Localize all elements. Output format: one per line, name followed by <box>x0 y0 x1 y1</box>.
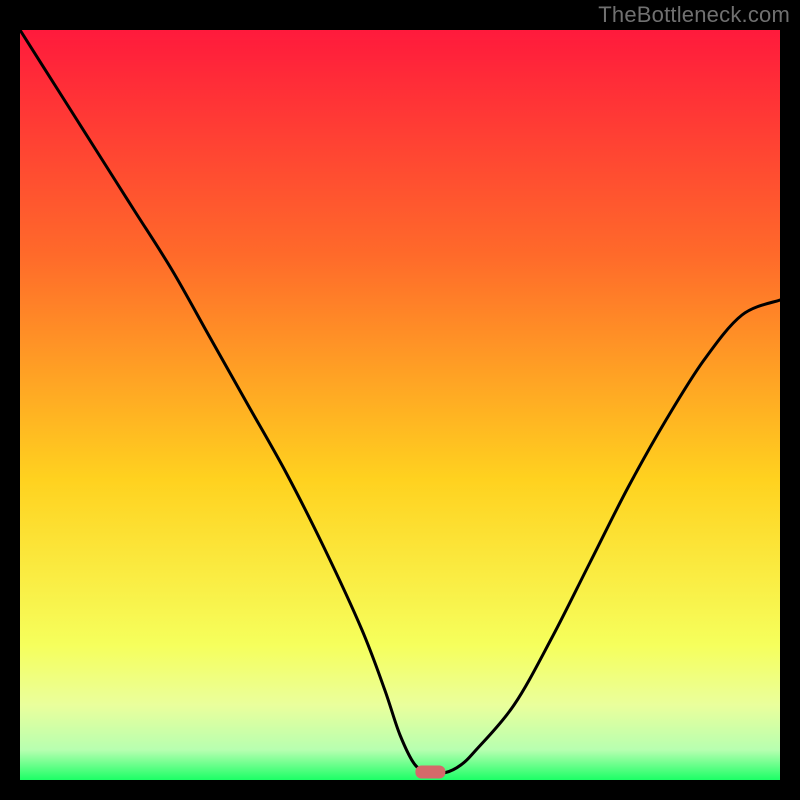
minimum-marker <box>415 766 445 779</box>
plot-area <box>20 30 780 780</box>
chart-frame: TheBottleneck.com <box>0 0 800 800</box>
gradient-background <box>20 30 780 780</box>
plot-svg <box>20 30 780 780</box>
watermark-text: TheBottleneck.com <box>598 2 790 28</box>
